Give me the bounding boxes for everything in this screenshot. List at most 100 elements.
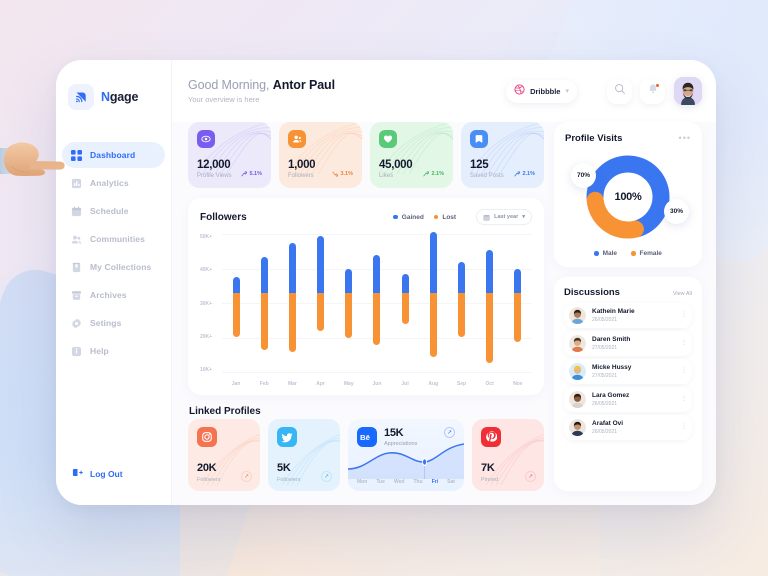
bar-gained — [401, 273, 409, 294]
legend-label: Female — [639, 250, 662, 257]
stat-card-profile-views[interactable]: 12,000 Profile Views 5.1% — [188, 122, 271, 188]
greeting-block: Good Morning, Antor Paul Your overview i… — [188, 78, 506, 104]
bar-lost — [232, 293, 240, 337]
discussion-menu-button[interactable]: ⋮ — [681, 396, 687, 403]
bar-column[interactable] — [288, 234, 296, 373]
logout-button[interactable]: Log Out — [56, 465, 171, 483]
day-label-mon: Mon — [357, 479, 368, 485]
bar-column[interactable] — [345, 234, 353, 373]
discussion-name: Daren Smith — [592, 336, 631, 344]
chevron-down-icon: ▾ — [522, 214, 525, 220]
bar-column[interactable] — [260, 234, 268, 373]
profile-visits-card: Profile Visits ••• 100% 70% 30% Male Fem… — [554, 122, 702, 267]
stat-value: 45,000 — [379, 159, 413, 171]
arrow-up-right-icon[interactable]: ↗ — [525, 471, 536, 482]
bar-gained — [457, 261, 465, 294]
x-tick-label: Apr — [316, 381, 325, 387]
bar-column[interactable] — [457, 234, 465, 373]
x-tick-label: Mar — [287, 381, 297, 387]
discussions-card: Discussions View All Kathein Marie 26/05/… — [554, 277, 702, 491]
y-tick-label: 50K+ — [200, 234, 213, 240]
bar-gained — [345, 268, 353, 294]
x-tick-label: Jan — [231, 381, 241, 387]
x-tick-label: Aug — [428, 381, 439, 387]
discussion-item[interactable]: Arafat Ovi 26/05/2021 ⋮ — [564, 415, 692, 440]
bar-gained — [317, 235, 325, 294]
linked-profile-value: 20K — [197, 462, 217, 474]
notifications-button[interactable] — [640, 78, 665, 104]
sidebar-item-my-collections[interactable]: My Collections — [62, 254, 165, 280]
bar-column[interactable] — [429, 232, 437, 373]
linked-profile-caption: Followers — [197, 477, 221, 483]
chart-x-axis: Jan Feb Mar Apr May Jun Jul Aug Sep Oct Nov — [222, 381, 532, 387]
pinterest-icon — [481, 427, 501, 447]
book-icon — [70, 261, 82, 273]
view-all-link[interactable]: View All — [673, 291, 692, 297]
linked-profile-card-twitter[interactable]: 5K Followers ↗ — [268, 419, 340, 491]
discussion-menu-button[interactable]: ⋮ — [681, 368, 687, 375]
stat-value: 1,000 — [288, 159, 316, 171]
archive-icon — [70, 289, 82, 301]
search-button[interactable] — [607, 78, 632, 104]
linked-profile-caption: Pinned — [481, 477, 499, 483]
discussion-item[interactable]: Lara Gomez 26/05/2021 ⋮ — [564, 387, 692, 412]
bar-gained — [373, 254, 381, 294]
donut-center-label: 100% — [614, 190, 642, 203]
arrow-up-right-icon[interactable]: ↗ — [241, 471, 252, 482]
people-icon — [70, 233, 82, 245]
x-tick-label: Jun — [372, 381, 382, 387]
stat-card-likes[interactable]: 45,000 Likes 2.1% — [370, 122, 453, 188]
stat-pct: 2.1% — [522, 171, 535, 177]
discussion-menu-button[interactable]: ⋮ — [681, 424, 687, 431]
bar-column[interactable] — [514, 234, 522, 373]
discussion-item[interactable]: Kathein Marie 26/05/2021 ⋮ — [564, 303, 692, 328]
donut-chart: 100% 70% 30% — [565, 149, 691, 244]
bar-column[interactable] — [486, 234, 494, 373]
linked-profiles-row: 20K Followers ↗ 5K Followers ↗ Bē 15K Appreciati… — [188, 419, 544, 491]
sidebar-item-schedule[interactable]: Schedule — [62, 198, 165, 224]
bar-column[interactable] — [317, 234, 325, 373]
arrow-up-right-icon[interactable]: ↗ — [321, 471, 332, 482]
sidebar-item-dashboard[interactable]: Dashboard — [62, 142, 165, 168]
sidebar-item-analytics[interactable]: Analytics — [62, 170, 165, 196]
bar-gained — [486, 249, 494, 294]
topbar: Good Morning, Antor Paul Your overview i… — [172, 60, 716, 122]
eye-icon — [197, 130, 215, 148]
arrow-up-right-icon[interactable]: ↗ — [444, 427, 455, 438]
bar-lost — [401, 293, 409, 325]
stat-pct: 3.1% — [340, 171, 353, 177]
sidebar-item-communities[interactable]: Communities — [62, 226, 165, 252]
discussion-name: Micke Hussy — [592, 364, 632, 372]
bar-column[interactable] — [373, 234, 381, 373]
bookmark-icon — [470, 130, 488, 148]
linked-profile-card-pinterest[interactable]: 7K Pinned ↗ — [472, 419, 544, 491]
sidebar-item-settings[interactable]: Setings — [62, 310, 165, 336]
brand-logo[interactable]: Ngage — [56, 76, 171, 116]
discussion-menu-button[interactable]: ⋮ — [681, 312, 687, 319]
bar-column[interactable] — [232, 234, 240, 373]
more-horizontal-icon[interactable]: ••• — [679, 134, 691, 143]
greeting-prefix: Good Morning, — [188, 78, 270, 92]
grid-icon — [70, 149, 82, 161]
dribbble-selector[interactable]: Dribbble ▾ — [506, 79, 577, 103]
discussion-date: 26/05/2021 — [592, 428, 618, 435]
linked-profile-card-instagram[interactable]: 20K Followers ↗ — [188, 419, 260, 491]
discussion-item[interactable]: Daren Smith 27/05/2021 ⋮ — [564, 331, 692, 356]
brand-name: Ngage — [101, 90, 139, 104]
bar-column[interactable] — [401, 234, 409, 373]
stat-card-saved-posts[interactable]: 125 Saved Posts 2.1% — [461, 122, 544, 188]
discussion-item[interactable]: Micke Hussy 27/05/2021 ⋮ — [564, 359, 692, 384]
date-range-selector[interactable]: Last year ▾ — [476, 209, 532, 225]
avatar[interactable] — [674, 77, 702, 105]
discussion-menu-button[interactable]: ⋮ — [681, 340, 687, 347]
stat-card-followers[interactable]: 1,000 Followers 3.1% — [279, 122, 362, 188]
day-label-wed: Wed — [393, 479, 405, 485]
greeting-subtitle: Your overview is here — [188, 95, 260, 104]
sidebar-item-archives[interactable]: Archives — [62, 282, 165, 308]
sidebar-item-help[interactable]: Help — [62, 338, 165, 364]
logout-icon — [72, 465, 83, 483]
stat-value: 12,000 — [197, 159, 231, 171]
chevron-down-icon: ▾ — [565, 88, 569, 95]
linked-profile-card-behance[interactable]: Bē 15K Appreciations ↗ Mon Tue Wed Thu Fri Sat — [348, 419, 464, 491]
x-tick-label: Oct — [485, 381, 494, 387]
